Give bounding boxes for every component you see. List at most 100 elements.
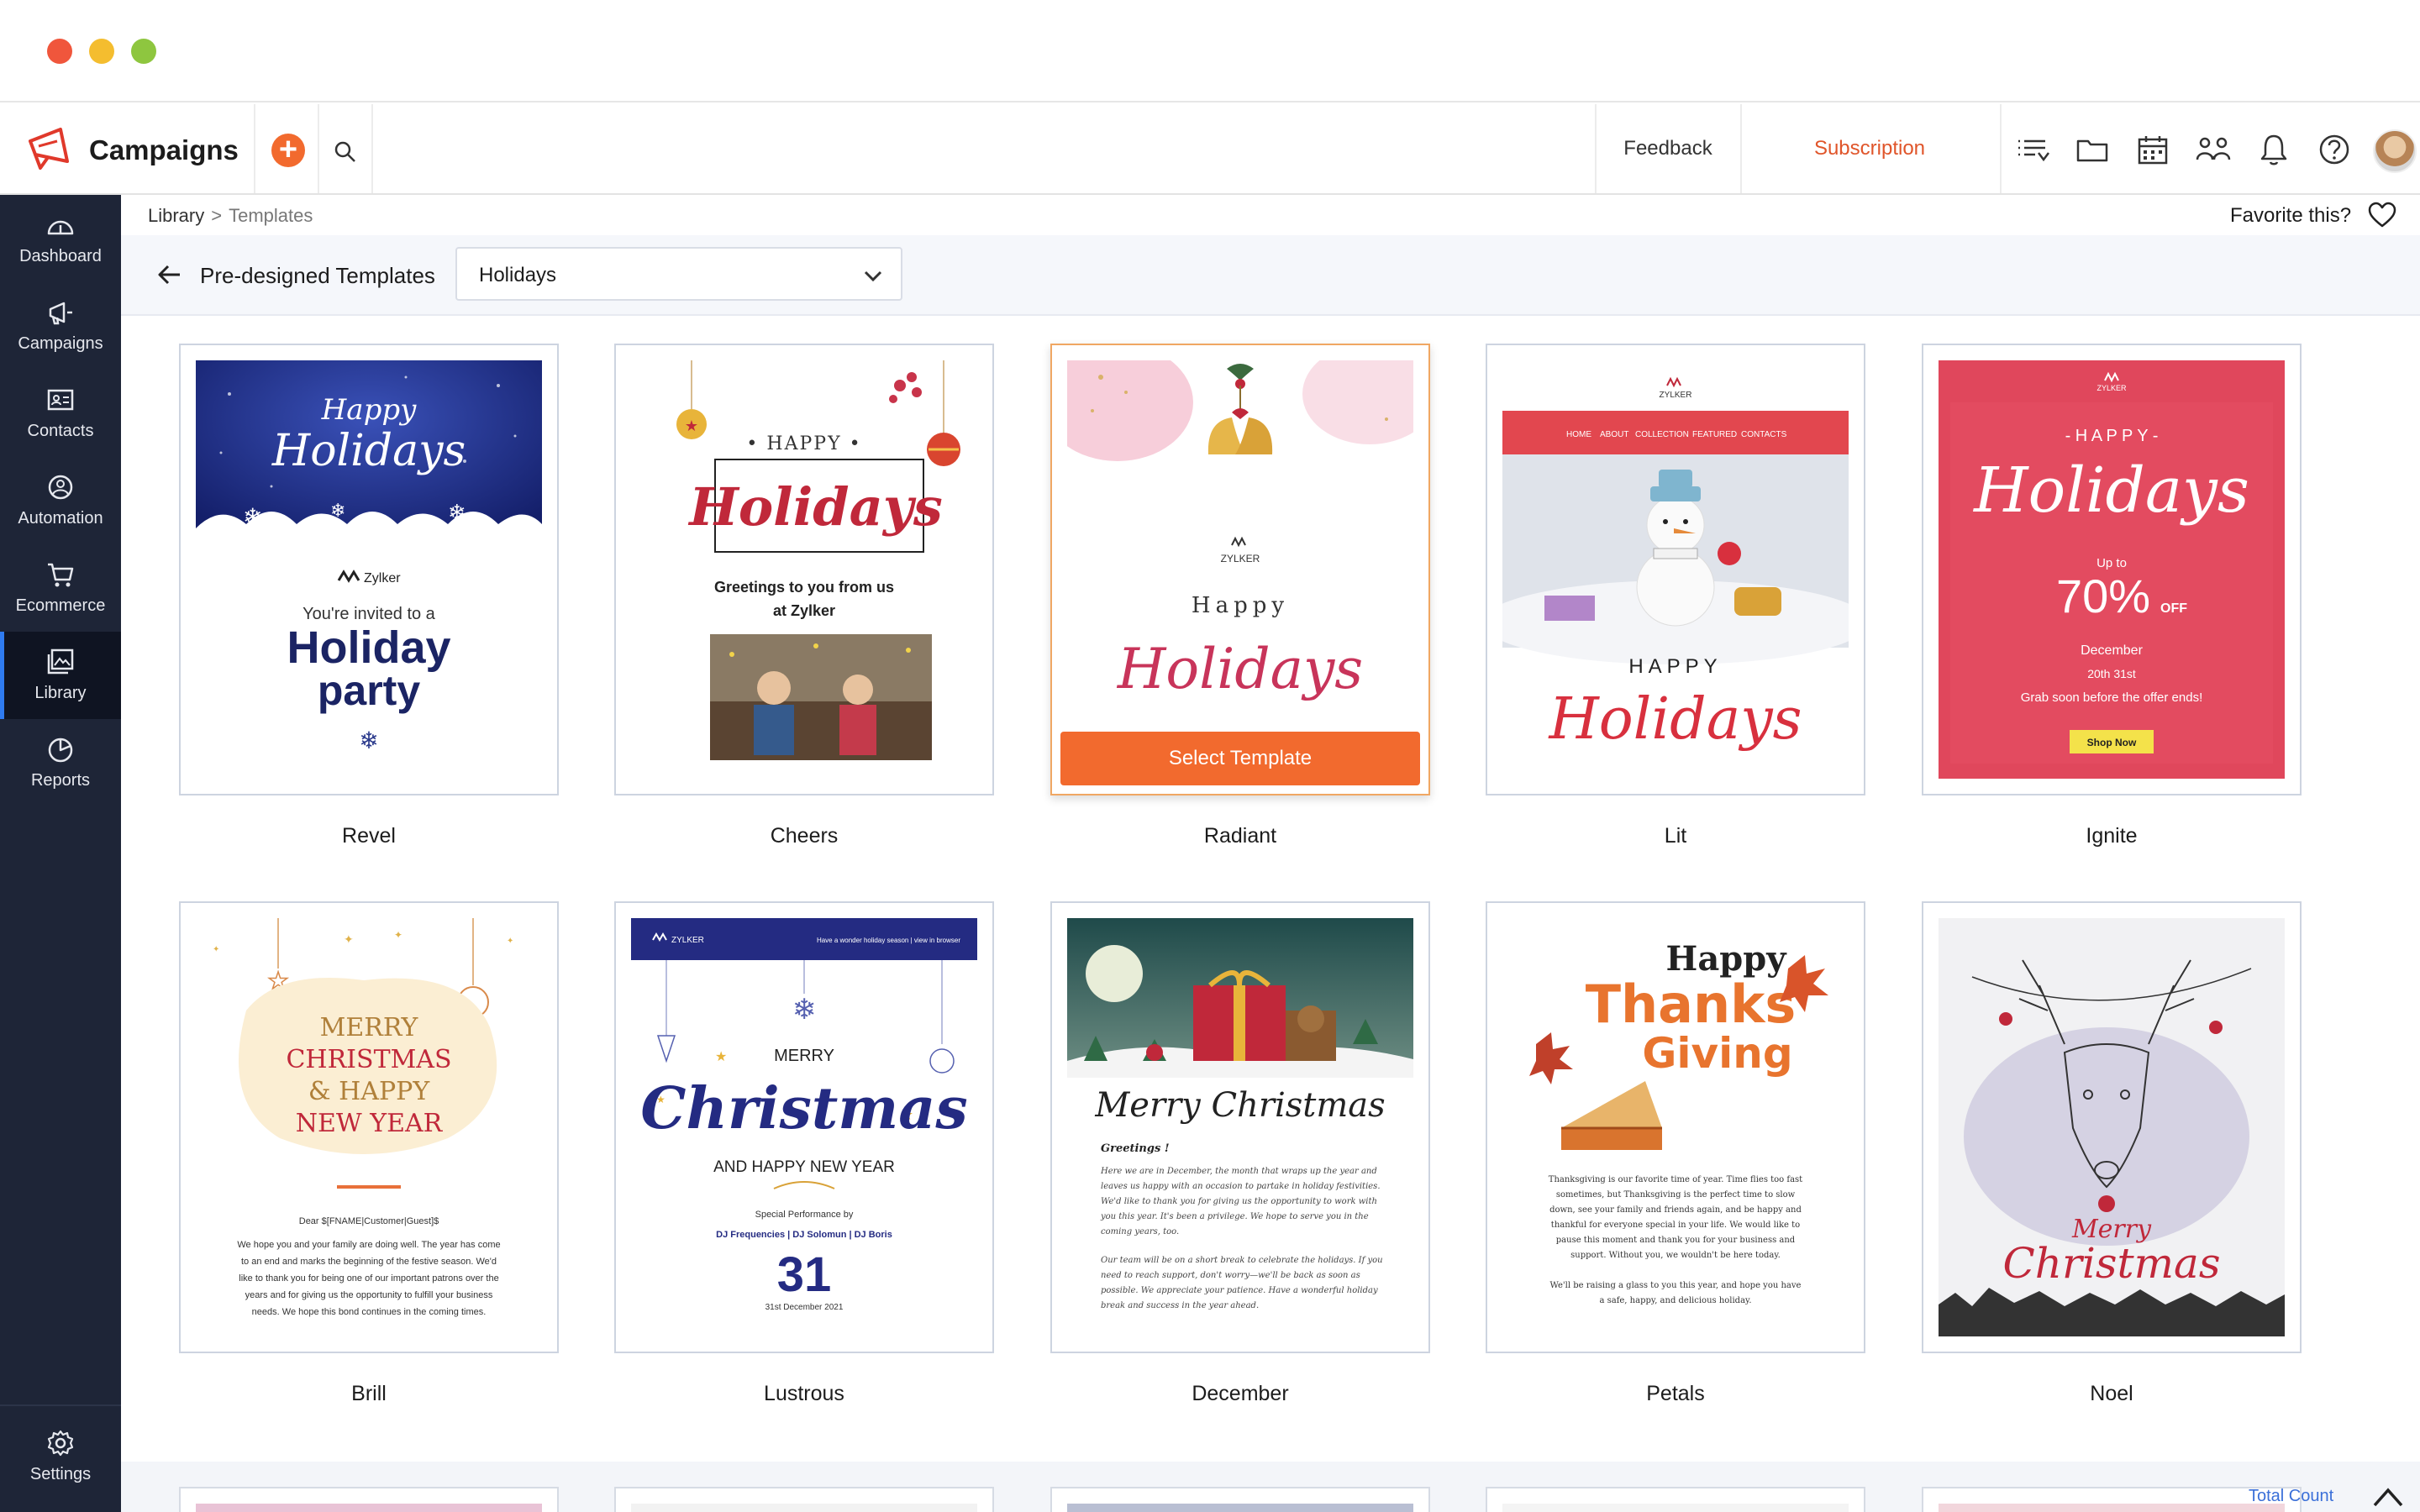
sidebar-item-contacts[interactable]: Contacts	[0, 370, 121, 457]
template-thumbnail: ★ ✦ ✦ ✦ ✦ MERRY CHRISTMAS & HAPPY NEW YEAR …	[196, 918, 542, 1336]
template-toolbar: Pre-designed Templates Holidays	[121, 235, 2420, 316]
create-new-button[interactable]: +	[271, 134, 305, 167]
ignite-happy-text: - H A P P Y -	[2065, 427, 2159, 445]
lit-holidays-text: Holidays	[1547, 686, 1802, 753]
template-thumbnail: ZYLKER Happy Holidays	[1067, 360, 1413, 779]
ignite-range-text: 20th 31st	[2087, 667, 2136, 680]
lit-nav-home: HOME	[1566, 430, 1591, 439]
lustrous-djs-text: DJ Frequencies | DJ Solomun | DJ Boris	[716, 1230, 892, 1240]
svg-text:❄: ❄	[792, 993, 817, 1026]
cheers-holidays-text: Holidays	[687, 476, 943, 538]
template-card-noel[interactable]: Merry Christmas	[1922, 901, 2302, 1353]
sidebar-item-label: Library	[34, 684, 87, 702]
template-thumbnail: ZYLKER HOME ABOUT COLLECTION FEATURED CO…	[1502, 360, 1849, 779]
bell-icon[interactable]	[2255, 131, 2292, 168]
help-icon[interactable]	[2316, 131, 2353, 168]
template-card-peek[interactable]	[614, 1487, 994, 1512]
lit-brand-text: ZYLKER	[1660, 391, 1692, 400]
close-window-button[interactable]	[47, 39, 72, 64]
subscription-link[interactable]: Subscription	[1744, 104, 1996, 193]
template-card-peek[interactable]	[1922, 1487, 2302, 1512]
december-q-line4: break and success in the year ahead.	[1101, 1301, 1259, 1310]
feedback-link[interactable]: Feedback	[1597, 104, 1739, 193]
radiant-brand-text: ZYLKER	[1221, 553, 1260, 564]
sidebar-item-ecommerce[interactable]: Ecommerce	[0, 544, 121, 632]
sidebar-item-label: Reports	[30, 771, 91, 790]
petals-p-line4: thankful for everyone special in your li…	[1551, 1221, 1800, 1230]
template-thumbnail: Merry Christmas Greetings ! Here we are …	[1067, 918, 1413, 1336]
lit-nav-contacts: CONTACTS	[1741, 430, 1787, 439]
lustrous-day-text: 31	[777, 1247, 832, 1302]
template-card-peek[interactable]	[179, 1487, 559, 1512]
breadcrumb-library[interactable]: Library	[148, 205, 204, 226]
petals-q-line2: a safe, happy, and delicious holiday.	[1599, 1296, 1751, 1305]
sidebar-item-label: Dashboard	[19, 247, 102, 265]
campaigns-logo-icon[interactable]	[24, 123, 74, 173]
revel-holidays-text: Holidays	[271, 426, 466, 476]
sidebar-item-reports[interactable]: Reports	[0, 719, 121, 806]
template-card-petals[interactable]: Happy Thanks Giving Thanksgiving is our …	[1486, 901, 1865, 1353]
brill-happy-text: & HAPPY	[308, 1077, 430, 1106]
gear-icon	[47, 1430, 74, 1457]
petals-thanks-text: Thanks	[1586, 974, 1797, 1035]
template-name-ignite: Ignite	[2086, 824, 2138, 848]
sidebar-item-settings[interactable]: Settings	[0, 1413, 121, 1500]
lustrous-banner-text: Have a wonder holiday season | view in b…	[817, 937, 960, 944]
sidebar-item-campaigns[interactable]: Campaigns	[0, 282, 121, 370]
search-icon[interactable]	[333, 139, 358, 165]
svg-text:✦: ✦	[344, 933, 354, 947]
radiant-happy-text: Happy	[1192, 593, 1289, 618]
template-thumbnail: ZYLKER - H A P P Y - Holidays Up to 70% …	[1939, 360, 2285, 779]
template-card-peek[interactable]	[1486, 1487, 1865, 1512]
minimize-window-button[interactable]	[89, 39, 114, 64]
ignite-brand-text: ZYLKER	[2096, 384, 2127, 392]
brill-christmas-text: CHRISTMAS	[286, 1045, 451, 1074]
template-card-radiant[interactable]: ZYLKER Happy Holidays Select Template	[1050, 344, 1430, 795]
dashboard-icon	[47, 220, 74, 235]
sidebar-item-automation[interactable]: Automation	[0, 457, 121, 544]
lustrous-merry-text: MERRY	[774, 1047, 834, 1065]
heart-icon[interactable]	[2368, 202, 2396, 228]
maximize-window-button[interactable]	[131, 39, 156, 64]
sidebar-item-library[interactable]: Library	[0, 632, 121, 719]
template-name-petals: Petals	[1646, 1382, 1705, 1405]
breadcrumb-separator: >	[211, 205, 223, 226]
svg-text:✦: ✦	[394, 929, 402, 941]
page-title: Pre-designed Templates	[200, 263, 435, 288]
radiant-holidays-text: Holidays	[1117, 637, 1363, 701]
brill-dear-text: Dear $[FNAME|Customer|Guest]$	[299, 1216, 439, 1226]
list-filter-icon[interactable]	[2013, 131, 2050, 168]
folder-icon[interactable]	[2074, 131, 2111, 168]
team-icon[interactable]	[2195, 131, 2232, 168]
ignite-month-text: December	[2081, 643, 2143, 658]
calendar-icon[interactable]	[2134, 131, 2171, 168]
chevron-up-icon[interactable]	[2368, 1480, 2408, 1512]
revel-brand-text: Zylker	[364, 571, 401, 585]
template-card-revel[interactable]: ❄ ❄ ❄ Happy Holidays Zylker You're invited…	[179, 344, 559, 795]
category-select-value: Holidays	[479, 264, 557, 286]
svg-text:✦: ✦	[213, 945, 219, 954]
template-card-cheers[interactable]: ★ • HAPPY • Holidays Greetings to you fr…	[614, 344, 994, 795]
sidebar-item-dashboard[interactable]: Dashboard	[0, 195, 121, 282]
contact-card-icon	[47, 389, 74, 411]
december-q-line1: Our team will be on a short break to cel…	[1101, 1256, 1383, 1265]
megaphone-icon	[49, 302, 72, 325]
petals-happy-text: Happy	[1666, 939, 1788, 979]
template-thumbnail: Merry Christmas	[1939, 918, 2285, 1336]
lustrous-newyear-text: AND HAPPY NEW YEAR	[713, 1158, 895, 1176]
template-card-december[interactable]: Merry Christmas Greetings ! Here we are …	[1050, 901, 1430, 1353]
template-card-peek[interactable]	[1050, 1487, 1430, 1512]
template-card-ignite[interactable]: ZYLKER - H A P P Y - Holidays Up to 70% …	[1922, 344, 2302, 795]
template-card-lustrous[interactable]: ZYLKER Have a wonder holiday season | vi…	[614, 901, 994, 1353]
december-greet-text: Greetings !	[1101, 1142, 1170, 1155]
breadcrumb: Library > Templates	[148, 205, 313, 227]
favorite-label: Favorite this?	[2230, 204, 2352, 227]
back-arrow-icon[interactable]	[155, 260, 183, 289]
template-card-brill[interactable]: ★ ✦ ✦ ✦ ✦ MERRY CHRISTMAS & HAPPY NEW YEAR …	[179, 901, 559, 1353]
template-card-lit[interactable]: ZYLKER HOME ABOUT COLLECTION FEATURED CO…	[1486, 344, 1865, 795]
cheers-greet-line2: at Zylker	[773, 602, 835, 619]
select-template-button[interactable]: Select Template	[1060, 732, 1420, 785]
user-avatar[interactable]	[2373, 129, 2417, 173]
december-p-line3: We'd like to thank you for giving us the…	[1101, 1197, 1377, 1206]
category-select[interactable]: Holidays	[455, 247, 902, 301]
